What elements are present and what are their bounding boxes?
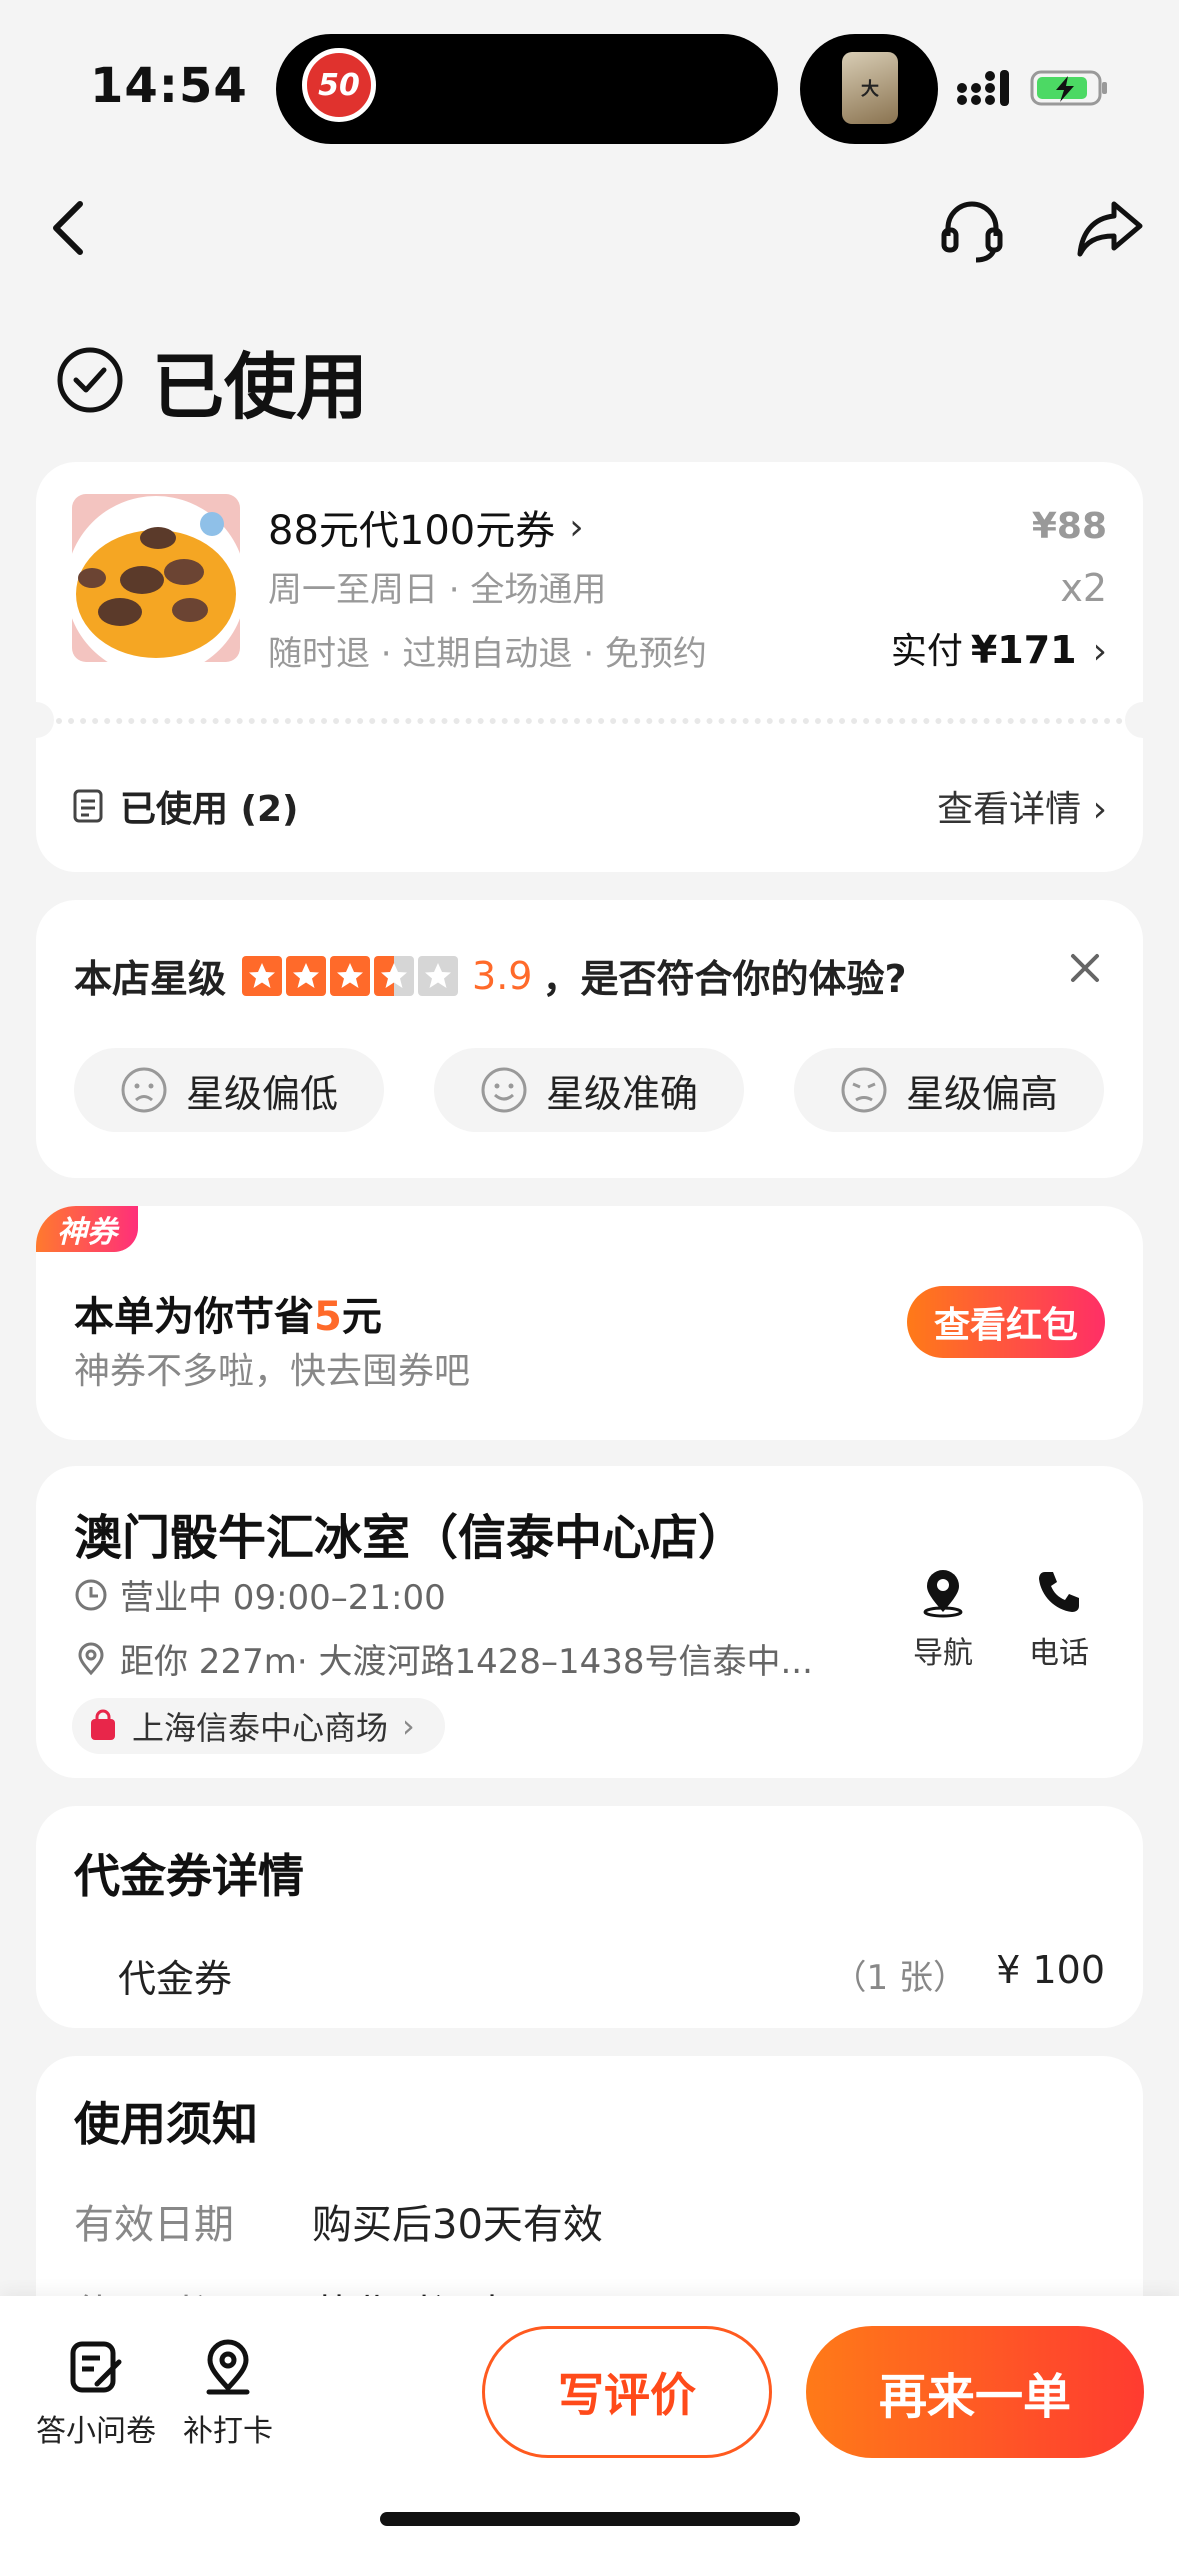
business-hours: 营业中 09:00–21:00 [74,1570,446,1619]
phone-icon [1039,1572,1079,1612]
address-text: · 大渡河路1428–1438号信泰中... [296,1642,813,1682]
navigate-label: 导航 [913,1636,973,1671]
used-count: 已使用 (2) [120,789,299,830]
app-thumbnail-icon: 大 [842,52,898,124]
product-name: 88元代100元券 [268,508,556,554]
home-indicator [380,2512,800,2526]
chevron-right-icon: › [569,506,584,548]
chip-label: 星级偏低 [185,1071,338,1116]
status-bar: 14:54 50 大 [0,0,1179,170]
paid-label: 实付 [890,631,963,672]
navigate-button[interactable]: 导航 [903,1566,983,1672]
shop-card: 澳门骰牛汇冰室（信泰中心店） 营业中 09:00–21:00 距你 227m ·… [36,1466,1143,1778]
close-icon[interactable] [1067,950,1103,986]
distance-text: 距你 227m [120,1642,297,1682]
paid-amount-link[interactable]: 实付 ¥171 › [891,622,1107,674]
savings-subtitle: 神券不多啦，快去囤券吧 [74,1351,471,1392]
clock-icon [75,1579,107,1610]
star-icon [330,955,371,996]
star-icon [286,955,327,996]
checkin-label: 补打卡 [183,2414,273,2449]
rating-too-low-button[interactable]: 星级偏低 [74,1048,384,1132]
paid-amount: ¥171 [970,628,1077,672]
product-name-link[interactable]: 88元代100元券 › [268,498,584,556]
page-title: 已使用 [152,344,369,429]
savings-unit: 元 [341,1294,382,1340]
voucher-value: ¥ 100 [996,1948,1105,1992]
speed-limit-badge: 50 [302,48,376,122]
section-title: 使用须知 [74,2097,258,2151]
mall-name: 上海信泰中心商场 [132,1709,389,1747]
rating-too-high-button[interactable]: 星级偏高 [794,1048,1104,1132]
rating-feedback-card: 本店星级 3.9 ，是否符合你的体验? 星级偏低 星级准确 星级偏高 [36,900,1143,1178]
dotted-divider [56,718,1123,724]
chevron-right-icon: › [402,1707,415,1745]
headset-icon[interactable] [940,196,1004,264]
navigation-icon [923,1570,963,1618]
product-policy: 随时退 · 过期自动退 · 免预约 [268,634,707,674]
notice-value: 购买后30天有效 [312,2202,603,2248]
chevron-right-icon: › [1092,631,1107,672]
reorder-button[interactable]: 再来一单 [806,2326,1144,2458]
ticket-notch [18,702,54,738]
edit-survey-icon [70,2341,122,2393]
voucher-item-name: 代金券 [118,1957,233,2001]
survey-label: 答小问卷 [36,2414,156,2449]
location-pin-icon [78,1642,104,1675]
rating-prefix: 本店星级 [74,957,227,1001]
order-status-header: 已使用 [56,330,368,430]
empty-star-icon [418,955,459,996]
checkin-button[interactable]: 补打卡 [178,2338,278,2450]
voucher-detail-card: 代金券详情 代金券 （1 张） ¥ 100 [36,1806,1143,2028]
chip-label: 星级偏高 [905,1071,1058,1116]
shopping-bag-icon [91,1709,115,1740]
star-rating [242,955,459,996]
savings-title: 本单为你节省5元 [74,1284,382,1342]
product-image[interactable] [72,494,240,662]
write-review-button[interactable]: 写评价 [482,2326,772,2458]
coupon-savings-card: 神券 本单为你节省5元 神券不多啦，快去囤券吧 查看红包 [36,1206,1143,1440]
document-icon [73,789,103,823]
signal-icon [957,70,1009,106]
battery-charging-icon [1030,70,1107,106]
share-icon[interactable] [1076,196,1146,260]
savings-amount: 5 [314,1294,342,1340]
survey-button[interactable]: 答小问卷 [34,2338,158,2450]
call-label: 电话 [1029,1636,1089,1671]
voucher-count: （1 张） [832,1958,967,1998]
annoyed-face-icon [841,1067,887,1113]
frown-face-icon [121,1067,167,1113]
mall-link[interactable]: 上海信泰中心商场 › [72,1698,445,1754]
smile-face-icon [481,1067,527,1113]
super-coupon-tag: 神券 [36,1206,138,1252]
shop-name[interactable]: 澳门骰牛汇冰室（信泰中心店） [74,1498,746,1568]
chip-label: 星级准确 [545,1071,698,1116]
rating-accurate-button[interactable]: 星级准确 [434,1048,744,1132]
call-button[interactable]: 电话 [1019,1566,1099,1672]
chevron-left-icon[interactable] [46,196,90,260]
notice-label: 有效日期 [74,2202,234,2248]
location-checkin-icon [206,2339,250,2395]
status-time: 14:54 [90,58,248,114]
quantity: x2 [1060,566,1107,610]
star-icon [242,955,283,996]
order-card: 88元代100元券 › 周一至周日 · 全场通用 随时退 · 过期自动退 · 免… [18,462,1161,872]
ticket-notch [1125,702,1161,738]
section-title: 代金券详情 [74,1849,304,1903]
view-details-link[interactable]: 查看详情 › [937,780,1107,832]
savings-prefix: 本单为你节省 [74,1294,314,1340]
used-status: 已使用 (2) [72,780,299,832]
shop-address[interactable]: 距你 227m · 大渡河路1428–1438号信泰中... [74,1634,904,1683]
unit-price: ¥88 [1031,506,1107,547]
hours-text: 营业中 09:00–21:00 [120,1578,446,1618]
rating-score: 3.9 [472,953,533,998]
check-circle-icon [57,347,123,413]
rating-question: 本店星级 3.9 ，是否符合你的体验? [74,948,907,1003]
view-red-packet-button[interactable]: 查看红包 [907,1286,1105,1358]
product-validity: 周一至周日 · 全场通用 [268,570,607,610]
half-star-icon [374,955,415,996]
rating-question-text: ，是否符合你的体验? [542,957,907,1001]
